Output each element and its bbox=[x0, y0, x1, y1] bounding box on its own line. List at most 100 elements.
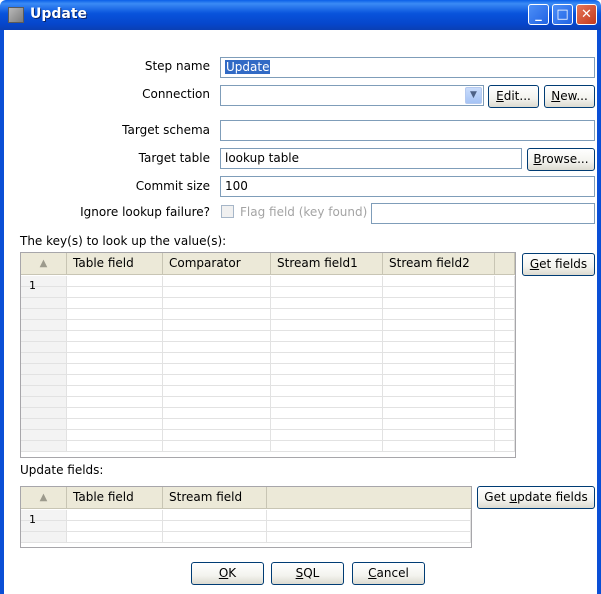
keys-table-cell[interactable] bbox=[21, 441, 67, 452]
keys-table-cell[interactable] bbox=[21, 397, 67, 408]
maximize-button[interactable]: □ bbox=[552, 4, 573, 25]
keys-table-cell[interactable] bbox=[495, 419, 515, 430]
keys-table-cell[interactable] bbox=[163, 276, 271, 287]
update-fields-table[interactable]: ▲ Table field Stream field 1 bbox=[20, 486, 472, 548]
keys-table-cell[interactable] bbox=[383, 309, 495, 320]
update-table-cell[interactable] bbox=[21, 532, 67, 543]
keys-table-row[interactable] bbox=[21, 287, 515, 298]
keys-table-cell[interactable] bbox=[163, 430, 271, 441]
keys-table-cell[interactable] bbox=[271, 287, 383, 298]
browse-button[interactable]: Browse... bbox=[527, 148, 595, 171]
edit-button[interactable]: Edit... bbox=[488, 85, 539, 108]
keys-table-cell[interactable] bbox=[495, 298, 515, 309]
ignore-lookup-failure-checkbox[interactable] bbox=[221, 205, 234, 218]
keys-table-cell[interactable] bbox=[495, 320, 515, 331]
keys-table-cell[interactable] bbox=[271, 419, 383, 430]
keys-table-cell[interactable] bbox=[67, 353, 163, 364]
keys-table-cell[interactable] bbox=[495, 309, 515, 320]
update-table-cell[interactable] bbox=[67, 532, 163, 543]
keys-table-cell[interactable] bbox=[21, 298, 67, 309]
keys-table-cell[interactable] bbox=[495, 331, 515, 342]
new-button[interactable]: New... bbox=[544, 85, 595, 108]
keys-table-cell[interactable] bbox=[21, 342, 67, 353]
keys-table-cell[interactable] bbox=[383, 342, 495, 353]
keys-table-cell[interactable] bbox=[163, 408, 271, 419]
keys-table-cell[interactable] bbox=[271, 430, 383, 441]
keys-table-cell[interactable] bbox=[21, 331, 67, 342]
update-table-row[interactable] bbox=[21, 510, 471, 521]
target-table-input[interactable]: lookup table bbox=[220, 148, 522, 169]
minimize-button[interactable]: _ bbox=[528, 4, 549, 25]
update-col-table-field[interactable]: Table field bbox=[67, 487, 163, 509]
keys-table-cell[interactable] bbox=[163, 331, 271, 342]
cancel-button[interactable]: Cancel bbox=[352, 562, 425, 585]
keys-table-row[interactable] bbox=[21, 331, 515, 342]
keys-table-cell[interactable] bbox=[163, 287, 271, 298]
update-table-cell[interactable] bbox=[267, 532, 471, 543]
keys-table-row[interactable] bbox=[21, 375, 515, 386]
keys-table-cell[interactable] bbox=[67, 276, 163, 287]
keys-table-cell[interactable] bbox=[163, 342, 271, 353]
keys-table-cell[interactable] bbox=[383, 386, 495, 397]
keys-table-cell[interactable] bbox=[163, 386, 271, 397]
keys-col-comparator[interactable]: Comparator bbox=[163, 253, 271, 275]
keys-table-row[interactable] bbox=[21, 298, 515, 309]
keys-table-cell[interactable] bbox=[383, 441, 495, 452]
keys-table-cell[interactable] bbox=[163, 441, 271, 452]
keys-table-cell[interactable] bbox=[383, 408, 495, 419]
ok-button[interactable]: OK bbox=[191, 562, 264, 585]
keys-table-cell[interactable] bbox=[383, 375, 495, 386]
update-table-cell[interactable] bbox=[67, 521, 163, 532]
keys-table-cell[interactable] bbox=[163, 298, 271, 309]
keys-table-cell[interactable] bbox=[495, 276, 515, 287]
keys-table-cell[interactable] bbox=[67, 375, 163, 386]
keys-table-cell[interactable] bbox=[67, 320, 163, 331]
keys-table-cell[interactable] bbox=[383, 276, 495, 287]
keys-table-cell[interactable] bbox=[163, 419, 271, 430]
keys-table-cell[interactable] bbox=[21, 276, 67, 287]
keys-table-cell[interactable] bbox=[21, 386, 67, 397]
keys-table-cell[interactable] bbox=[21, 287, 67, 298]
title-bar[interactable] bbox=[0, 0, 601, 30]
keys-table-cell[interactable] bbox=[21, 309, 67, 320]
keys-table-cell[interactable] bbox=[163, 353, 271, 364]
keys-table-cell[interactable] bbox=[67, 397, 163, 408]
keys-table-cell[interactable] bbox=[163, 309, 271, 320]
keys-table-cell[interactable] bbox=[67, 408, 163, 419]
keys-table-cell[interactable] bbox=[495, 364, 515, 375]
keys-table-cell[interactable] bbox=[67, 419, 163, 430]
target-schema-input[interactable] bbox=[220, 120, 595, 141]
keys-table-cell[interactable] bbox=[271, 331, 383, 342]
keys-table-row[interactable] bbox=[21, 320, 515, 331]
update-table-row[interactable] bbox=[21, 521, 471, 532]
keys-table-cell[interactable] bbox=[163, 364, 271, 375]
keys-table-cell[interactable] bbox=[67, 430, 163, 441]
get-fields-button[interactable]: Get fields bbox=[522, 253, 595, 276]
keys-table-cell[interactable] bbox=[271, 353, 383, 364]
keys-table-cell[interactable] bbox=[495, 353, 515, 364]
keys-table-cell[interactable] bbox=[383, 287, 495, 298]
update-table-cell[interactable] bbox=[163, 510, 267, 521]
update-table-cell[interactable] bbox=[67, 510, 163, 521]
keys-table-cell[interactable] bbox=[383, 397, 495, 408]
keys-table-cell[interactable] bbox=[67, 441, 163, 452]
keys-table-row[interactable] bbox=[21, 353, 515, 364]
keys-table-cell[interactable] bbox=[271, 408, 383, 419]
keys-col-table-field[interactable]: Table field bbox=[67, 253, 163, 275]
keys-table-cell[interactable] bbox=[163, 375, 271, 386]
keys-table-cell[interactable] bbox=[271, 364, 383, 375]
keys-col-stream-field2[interactable]: Stream field2 bbox=[383, 253, 495, 275]
keys-table-cell[interactable] bbox=[67, 364, 163, 375]
keys-table-cell[interactable] bbox=[495, 430, 515, 441]
keys-table-row[interactable] bbox=[21, 441, 515, 452]
keys-table-cell[interactable] bbox=[163, 320, 271, 331]
keys-table-cell[interactable] bbox=[271, 276, 383, 287]
flag-field-input[interactable] bbox=[371, 203, 595, 224]
keys-table-cell[interactable] bbox=[383, 320, 495, 331]
keys-table-cell[interactable] bbox=[21, 430, 67, 441]
keys-table-cell[interactable] bbox=[495, 386, 515, 397]
keys-table-cell[interactable] bbox=[495, 408, 515, 419]
keys-table-row[interactable] bbox=[21, 309, 515, 320]
close-button[interactable]: ✕ bbox=[576, 4, 597, 25]
update-table-cell[interactable] bbox=[21, 510, 67, 521]
